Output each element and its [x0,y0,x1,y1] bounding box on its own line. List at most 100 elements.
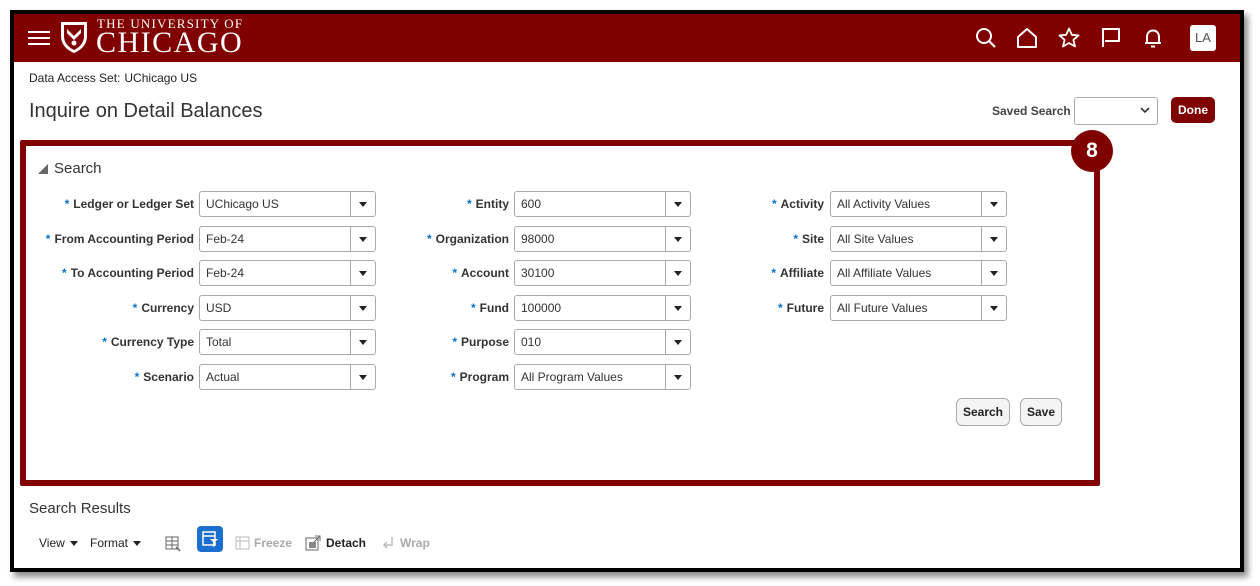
future-dropdown-button[interactable] [981,296,1006,320]
activity-dropdown-button[interactable] [981,192,1006,216]
site-value: All Site Values [837,232,914,246]
currency-type-label-wrap: * Currency Type [26,329,194,355]
site-dropdown-button[interactable] [981,227,1006,251]
required-marker: * [62,266,67,280]
fund-label-wrap: * Fund [326,295,509,321]
dropdown-arrow-icon [674,375,682,380]
search-button[interactable]: Search [956,398,1010,426]
dropdown-arrow-icon [69,541,78,546]
program-combobox[interactable]: All Program Values [514,364,691,390]
wrap-icon [382,537,393,549]
organization-label: Organization [435,232,509,246]
search-panel: Search * Ledger or Ledger Set UChicago US… [20,140,1100,486]
activity-combobox[interactable]: All Activity Values [830,191,1007,217]
freeze-button[interactable]: Freeze [254,536,292,550]
organization-combobox[interactable]: 98000 [514,226,691,252]
wrap-button[interactable]: Wrap [400,536,430,550]
logo-line-2: CHICAGO [96,26,244,59]
search-icon[interactable] [974,26,998,50]
required-marker: * [134,370,140,384]
purpose-value: 010 [521,335,542,349]
search-panel-header[interactable]: Search [38,160,102,177]
required-marker: * [102,335,107,349]
entity-value: 600 [521,197,542,211]
search-panel-title: Search [54,160,102,177]
favorites-star-icon[interactable] [1057,26,1081,50]
program-value: All Program Values [521,370,623,384]
fund-value: 100000 [521,301,562,315]
organization-label-wrap: * Organization [326,226,509,252]
home-icon[interactable] [1015,26,1039,50]
site-label: Site [801,232,824,246]
program-label: Program [459,370,509,384]
ledger-field-label-wrap: * Ledger or Ledger Set [26,191,194,217]
dropdown-arrow-icon [674,340,682,345]
scenario-value: Actual [206,370,240,384]
required-marker: * [452,266,457,280]
top-bar: THE UNIVERSITY OF CHICAGO LA [14,14,1240,62]
format-menu[interactable]: Format [90,536,142,550]
menu-icon[interactable] [28,27,50,47]
done-button[interactable]: Done [1171,97,1215,123]
account-label: Account [461,266,509,280]
ledger-label: Ledger or Ledger Set [73,197,194,211]
saved-search-label: Saved Search [992,104,1071,118]
format-label: Format [90,536,129,550]
affiliate-label-wrap: * Affiliate [666,260,824,286]
purpose-combobox[interactable]: 010 [514,329,691,355]
affiliate-value: All Affiliate Values [837,266,932,280]
view-label: View [39,536,65,550]
future-label-wrap: * Future [666,295,824,321]
currency-type-label: Currency Type [110,335,194,349]
from-period-label-wrap: * From Accounting Period [26,226,194,252]
affiliate-dropdown-button[interactable] [981,261,1006,285]
site-combobox[interactable]: All Site Values [830,226,1007,252]
saved-search-select[interactable] [1074,97,1158,125]
required-marker: * [64,197,70,211]
data-access-set: Data Access Set: UChicago US [29,71,197,85]
fund-label: Fund [479,301,509,315]
query-by-example-button[interactable] [197,526,223,552]
program-dropdown-button[interactable] [665,365,690,389]
purpose-label: Purpose [460,335,509,349]
view-menu[interactable]: View [39,536,78,550]
fund-combobox[interactable]: 100000 [514,295,691,321]
future-combobox[interactable]: All Future Values [830,295,1007,321]
account-combobox[interactable]: 30100 [514,260,691,286]
site-label-wrap: * Site [666,226,824,252]
app-window: THE UNIVERSITY OF CHICAGO LA Data Access… [10,10,1244,572]
from-period-value: Feb-24 [206,232,245,246]
dropdown-arrow-icon [990,202,998,207]
columns-icon[interactable] [164,535,182,553]
to-period-value: Feb-24 [206,266,245,280]
affiliate-combobox[interactable]: All Affiliate Values [830,260,1007,286]
data-access-set-label: Data Access Set: [29,71,121,85]
from-period-label: From Accounting Period [54,232,194,246]
user-avatar[interactable]: LA [1190,25,1216,51]
detach-button[interactable]: Detach [326,536,366,550]
filter-icon [202,531,218,547]
detach-icon [305,535,321,551]
notifications-bell-icon[interactable] [1141,26,1165,50]
entity-label-wrap: * Entity [326,191,509,217]
required-marker: * [426,232,432,246]
currency-label: Currency [141,301,194,315]
currency-label-wrap: * Currency [26,295,194,321]
entity-combobox[interactable]: 600 [514,191,691,217]
dropdown-arrow-icon [990,306,998,311]
required-marker: * [452,335,457,349]
program-label-wrap: * Program [326,364,509,390]
save-button[interactable]: Save [1020,398,1062,426]
dropdown-arrow-icon [133,541,142,546]
page-title: Inquire on Detail Balances [29,100,263,122]
future-label: Future [786,301,824,315]
affiliate-label: Affiliate [779,266,824,280]
freeze-icon [235,536,250,550]
dropdown-arrow-icon [990,271,998,276]
collapse-triangle-icon[interactable] [38,164,48,174]
account-value: 30100 [521,266,555,280]
required-marker: * [45,232,51,246]
purpose-dropdown-button[interactable] [665,330,690,354]
to-period-label: To Accounting Period [70,266,194,280]
flag-icon[interactable] [1099,26,1123,50]
